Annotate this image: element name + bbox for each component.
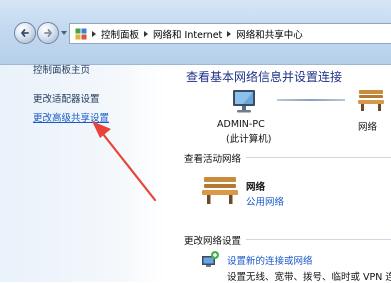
active-networks-heading: 查看活动网络 <box>184 154 242 165</box>
bench-icon[interactable] <box>356 88 386 112</box>
network-location-link[interactable]: 公用网络 <box>246 194 284 208</box>
change-network-settings-heading: 更改网络设置 <box>184 236 242 247</box>
network-map-label: 网络 <box>358 122 378 133</box>
active-network-name: 网络 <box>246 182 266 193</box>
section-divider <box>246 239 391 240</box>
computer-icon <box>233 90 255 113</box>
network-setup-icon <box>202 251 219 267</box>
section-divider <box>246 157 391 158</box>
bench-icon[interactable] <box>201 175 239 205</box>
connection-line <box>277 99 345 101</box>
computer-sub-label: (此计算机) <box>226 134 272 145</box>
page-title: 查看基本网络信息并设置连接 <box>186 70 343 84</box>
setup-new-connection-link[interactable]: 设置新的连接或网络 <box>227 253 313 267</box>
setup-description: 设置无线、宽带、拨号、临时或 VPN 连 <box>227 272 391 283</box>
computer-name: ADMIN-PC <box>217 119 265 130</box>
